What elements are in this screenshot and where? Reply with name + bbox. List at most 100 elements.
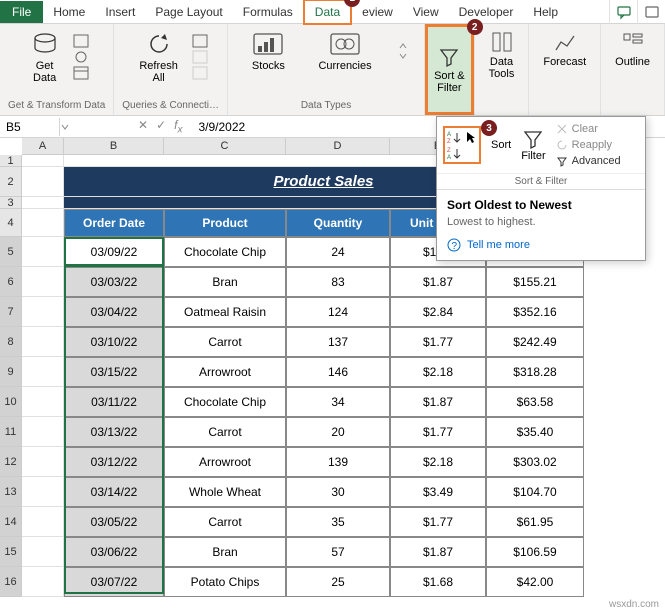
from-web-icon[interactable] xyxy=(73,50,89,64)
row-10[interactable]: 10 xyxy=(0,387,22,417)
enter-icon[interactable]: ✓ xyxy=(156,118,166,135)
cell-d6[interactable]: 83 xyxy=(286,267,390,297)
cell-d13[interactable]: 30 xyxy=(286,477,390,507)
tab-developer[interactable]: Developer xyxy=(449,1,524,23)
clear-button[interactable]: Clear xyxy=(556,123,621,135)
row-11[interactable]: 11 xyxy=(0,417,22,447)
cell-b15[interactable]: 03/06/22 xyxy=(64,537,164,567)
cell-d8[interactable]: 137 xyxy=(286,327,390,357)
cell-d14[interactable]: 35 xyxy=(286,507,390,537)
edit-links-icon[interactable] xyxy=(192,66,208,80)
datatype-nav[interactable] xyxy=(398,41,408,61)
cell-b10[interactable]: 03/11/22 xyxy=(64,387,164,417)
cell-b14[interactable]: 03/05/22 xyxy=(64,507,164,537)
row-13[interactable]: 13 xyxy=(0,477,22,507)
cell-c6[interactable]: Bran xyxy=(164,267,286,297)
fx-icon[interactable]: fx xyxy=(174,118,182,135)
cell-c9[interactable]: Arrowroot xyxy=(164,357,286,387)
sort-ascending-button[interactable]: AZ xyxy=(447,130,477,144)
cell-e15[interactable]: $1.87 xyxy=(390,537,486,567)
row-4[interactable]: 4 xyxy=(0,209,22,237)
row-12[interactable]: 12 xyxy=(0,447,22,477)
cell-c16[interactable]: Potato Chips xyxy=(164,567,286,597)
cell-c11[interactable]: Carrot xyxy=(164,417,286,447)
row-14[interactable]: 14 xyxy=(0,507,22,537)
cell-c15[interactable]: Bran xyxy=(164,537,286,567)
sort-descending-button[interactable]: ZA xyxy=(447,146,477,160)
header-quantity[interactable]: Quantity xyxy=(286,209,390,237)
cell-c7[interactable]: Oatmeal Raisin xyxy=(164,297,286,327)
tab-insert[interactable]: Insert xyxy=(95,1,145,23)
cell-f7[interactable]: $352.16 xyxy=(486,297,584,327)
cell-c13[interactable]: Whole Wheat xyxy=(164,477,286,507)
from-table-icon[interactable] xyxy=(73,66,89,80)
cell-f11[interactable]: $35.40 xyxy=(486,417,584,447)
get-data-button[interactable]: Get Data xyxy=(25,28,65,86)
cell-d15[interactable]: 57 xyxy=(286,537,390,567)
share-button[interactable] xyxy=(637,0,665,24)
cell-f6[interactable]: $155.21 xyxy=(486,267,584,297)
row-1[interactable]: 1 xyxy=(0,155,22,167)
header-orderdate[interactable]: Order Date xyxy=(64,209,164,237)
comments-button[interactable] xyxy=(609,0,637,24)
queries-icon[interactable] xyxy=(192,34,208,48)
tab-data[interactable]: Data 1 xyxy=(303,0,352,25)
refresh-all-button[interactable]: Refresh All xyxy=(133,28,184,86)
cell-b12[interactable]: 03/12/22 xyxy=(64,447,164,477)
cell-e6[interactable]: $1.87 xyxy=(390,267,486,297)
cell-b9[interactable]: 03/15/22 xyxy=(64,357,164,387)
cell-b16[interactable]: 03/07/22 xyxy=(64,567,164,597)
row-2[interactable]: 2 xyxy=(0,167,22,197)
filter-button[interactable]: Filter xyxy=(521,128,545,162)
advanced-button[interactable]: Advanced xyxy=(556,155,621,167)
cell-f14[interactable]: $61.95 xyxy=(486,507,584,537)
row-6[interactable]: 6 xyxy=(0,267,22,297)
cell-f8[interactable]: $242.49 xyxy=(486,327,584,357)
forecast-button[interactable]: Forecast xyxy=(537,28,592,70)
cell-d12[interactable]: 139 xyxy=(286,447,390,477)
cell-d16[interactable]: 25 xyxy=(286,567,390,597)
tell-me-more-link[interactable]: ? Tell me more xyxy=(447,238,635,252)
cell-e16[interactable]: $1.68 xyxy=(390,567,486,597)
cell-d11[interactable]: 20 xyxy=(286,417,390,447)
data-tools-button[interactable]: Data Tools xyxy=(483,28,521,82)
row-7[interactable]: 7 xyxy=(0,297,22,327)
row-8[interactable]: 8 xyxy=(0,327,22,357)
cell-e11[interactable]: $1.77 xyxy=(390,417,486,447)
row-3[interactable]: 3 xyxy=(0,197,22,209)
cell-c10[interactable]: Chocolate Chip xyxy=(164,387,286,417)
cell-c5[interactable]: Chocolate Chip xyxy=(164,237,286,267)
tab-help[interactable]: Help xyxy=(523,1,568,23)
cell-e13[interactable]: $3.49 xyxy=(390,477,486,507)
cell-e8[interactable]: $1.77 xyxy=(390,327,486,357)
cell-c14[interactable]: Carrot xyxy=(164,507,286,537)
cell-e12[interactable]: $2.18 xyxy=(390,447,486,477)
tab-formulas[interactable]: Formulas xyxy=(233,1,303,23)
from-text-icon[interactable] xyxy=(73,34,89,48)
row-9[interactable]: 9 xyxy=(0,357,22,387)
cell-d10[interactable]: 34 xyxy=(286,387,390,417)
header-product[interactable]: Product xyxy=(164,209,286,237)
tab-view[interactable]: View xyxy=(403,1,449,23)
cell-f16[interactable]: $42.00 xyxy=(486,567,584,597)
cell-c8[interactable]: Carrot xyxy=(164,327,286,357)
cell-b7[interactable]: 03/04/22 xyxy=(64,297,164,327)
reapply-button[interactable]: Reapply xyxy=(556,139,621,151)
row-16[interactable]: 16 xyxy=(0,567,22,597)
col-c[interactable]: C xyxy=(164,138,286,155)
col-a[interactable]: A xyxy=(22,138,64,155)
cell-b11[interactable]: 03/13/22 xyxy=(64,417,164,447)
cell-c12[interactable]: Arrowroot xyxy=(164,447,286,477)
cancel-icon[interactable]: ✕ xyxy=(138,118,148,135)
tab-page-layout[interactable]: Page Layout xyxy=(145,1,232,23)
col-d[interactable]: D xyxy=(286,138,390,155)
outline-button[interactable]: Outline xyxy=(609,28,656,70)
cell-f10[interactable]: $63.58 xyxy=(486,387,584,417)
cell-e7[interactable]: $2.84 xyxy=(390,297,486,327)
cell-e14[interactable]: $1.77 xyxy=(390,507,486,537)
cell-b6[interactable]: 03/03/22 xyxy=(64,267,164,297)
cell-e9[interactable]: $2.18 xyxy=(390,357,486,387)
sort-filter-button[interactable]: Sort & Filter 2 xyxy=(425,24,474,115)
cell-b13[interactable]: 03/14/22 xyxy=(64,477,164,507)
cell-f13[interactable]: $104.70 xyxy=(486,477,584,507)
